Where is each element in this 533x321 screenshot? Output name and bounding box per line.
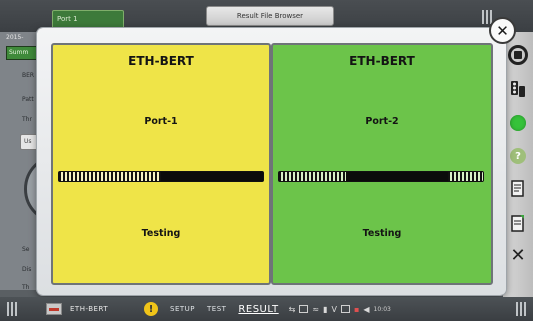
screen-icon (299, 305, 309, 313)
app-icon[interactable] (46, 303, 62, 315)
status-led (507, 112, 529, 134)
warning-icon[interactable]: ! (144, 302, 158, 316)
close-icon: ✕ (510, 244, 526, 266)
voltage-icon: V (331, 304, 337, 314)
bottom-status-bar: ETH-BERT ! SETUP TEST RESULT ⇆ ≈ ▮ V ▪ ◀… (0, 297, 533, 321)
help-button[interactable]: ? (507, 145, 529, 167)
panel-title: ETH-BERT (349, 54, 415, 68)
traffic-button[interactable] (507, 78, 529, 100)
alert-icon: ▪ (353, 304, 360, 314)
report-button[interactable] (507, 178, 529, 200)
nav-setup[interactable]: SETUP (170, 305, 195, 313)
progress-bar-fill (279, 172, 347, 181)
grip-handle-right[interactable] (509, 297, 533, 321)
panel-status: Testing (362, 228, 402, 239)
side-toolbar (503, 32, 533, 321)
network-icon: ⇆ (288, 304, 296, 314)
bg-label-se: Se (22, 246, 30, 253)
progress-bar (278, 171, 484, 182)
panel-port-label: Port-1 (144, 116, 178, 127)
wifi-icon: ≈ (312, 304, 320, 314)
bg-label-thr: Thr (22, 116, 32, 123)
bg-label-patt: Patt (22, 96, 34, 103)
panel-port-label: Port-2 (365, 116, 399, 127)
volume-icon: ◀ (363, 304, 370, 314)
battery-icon: ▮ (323, 304, 328, 314)
close-app-button[interactable]: ✕ (507, 244, 529, 266)
nav-result[interactable]: RESULT (238, 304, 278, 315)
date-fragment: 2015- (6, 34, 24, 41)
panel-status: Testing (141, 228, 181, 239)
bg-label-th: Th (22, 284, 30, 291)
progress-bar (58, 171, 264, 182)
nav-test[interactable]: TEST (207, 305, 226, 313)
report-icon (511, 180, 524, 197)
close-dialog-button[interactable]: ✕ (489, 17, 516, 44)
bg-label-dis: Dis (22, 266, 32, 273)
report-edit-icon (511, 215, 524, 232)
stop-icon (508, 45, 528, 65)
port-panel-2[interactable]: ETH-BERT Port-2 Testing (271, 43, 493, 285)
report-edit-button[interactable] (507, 212, 529, 234)
traffic-icon (511, 81, 525, 97)
display-icon (340, 305, 350, 313)
progress-bar-fill (59, 172, 161, 181)
system-tray: ⇆ ≈ ▮ V ▪ ◀ 10:03 (289, 305, 391, 314)
result-file-browser-tab[interactable]: Result File Browser (206, 6, 334, 26)
close-icon: ✕ (496, 21, 509, 40)
panel-title: ETH-BERT (128, 54, 194, 68)
bg-label-ber: BER (22, 72, 35, 79)
clock: 10:03 (373, 305, 391, 313)
app-name-label: ETH-BERT (70, 305, 109, 313)
status-led-icon (510, 115, 526, 131)
progress-bar-fill (448, 172, 483, 181)
port-tab[interactable]: Port 1 (52, 10, 124, 28)
stop-button[interactable] (507, 44, 529, 66)
port-panel-1[interactable]: ETH-BERT Port-1 Testing (51, 43, 271, 285)
grip-handle-left[interactable] (0, 297, 24, 321)
help-icon: ? (510, 148, 526, 164)
